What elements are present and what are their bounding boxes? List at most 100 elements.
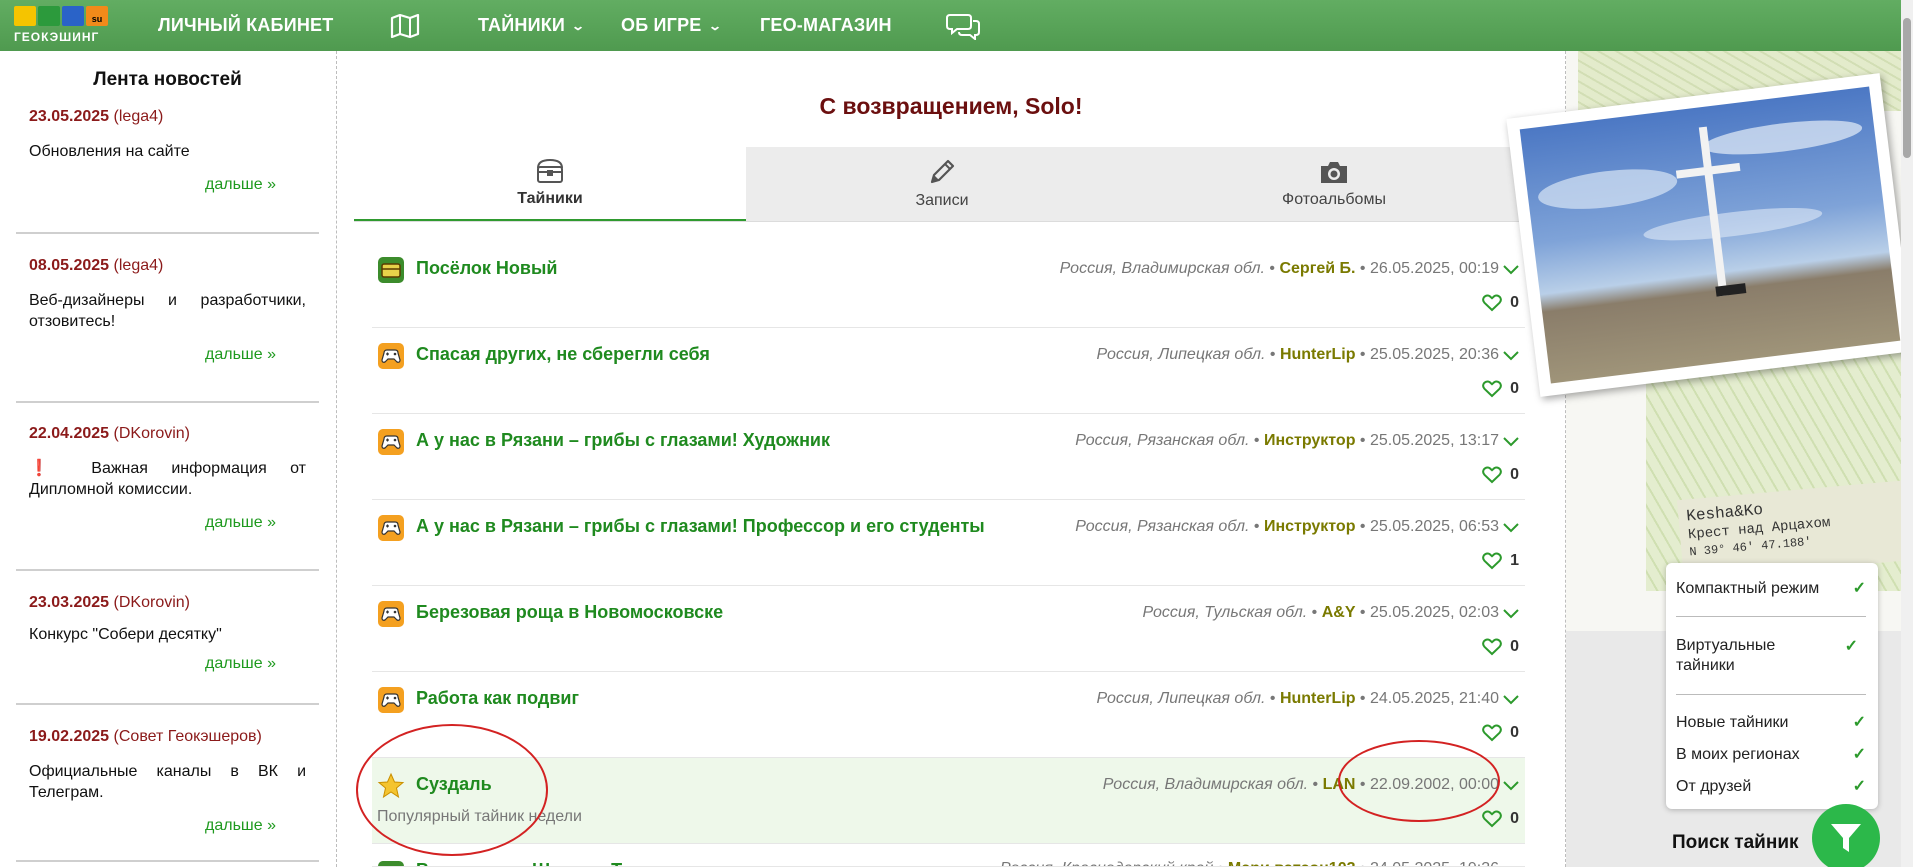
chevron-down-icon[interactable] xyxy=(1503,606,1519,624)
filter-divider xyxy=(1676,616,1866,617)
cache-type-icon xyxy=(377,342,405,370)
chevron-down-icon[interactable] xyxy=(1503,778,1519,796)
chat-icon[interactable] xyxy=(946,0,980,51)
filter-my-regions[interactable]: В моих регионах ✓ xyxy=(1676,745,1866,765)
news-item-head: 23.03.2025 (DKorovin) xyxy=(29,594,306,612)
nav-geo-shop[interactable]: ГЕО-МАГАЗИН xyxy=(760,0,892,51)
cache-author-link[interactable]: A&Y xyxy=(1322,604,1356,621)
cache-row: Березовая роща в Новомосковске Россия, Ту… xyxy=(372,586,1525,672)
cache-title-link[interactable]: Винодельня Шато де Талю xyxy=(416,860,658,866)
cache-author-link[interactable]: LAN xyxy=(1323,776,1356,793)
filter-virtual-caches[interactable]: Виртуальные тайники xyxy=(1676,636,1806,676)
like-button[interactable]: 0 xyxy=(1482,294,1519,312)
like-button[interactable]: 1 xyxy=(1482,552,1519,570)
news-divider xyxy=(16,569,319,571)
tab-records[interactable]: Записи xyxy=(746,147,1138,221)
news-more-link[interactable]: дальше » xyxy=(29,655,276,673)
cache-title-link[interactable]: Суздаль xyxy=(416,774,492,795)
like-count: 0 xyxy=(1510,380,1519,397)
cache-title-link[interactable]: Березовая роща в Новомосковске xyxy=(416,602,723,623)
news-item: 08.05.2025 (lega4) Веб-дизайнеры и разра… xyxy=(29,257,306,364)
news-item: 23.05.2025 (lega4) Обновления на сайте д… xyxy=(29,108,306,194)
cache-author-link[interactable]: Мари ватсон103 xyxy=(1228,860,1356,866)
news-author: (DKorovin) xyxy=(113,425,190,442)
news-more-link[interactable]: дальше » xyxy=(29,514,276,532)
cache-region: Россия, Липецкая обл. xyxy=(1096,346,1266,363)
news-text[interactable]: Официальные каналы в ВК и Телеграм. xyxy=(29,761,306,803)
logo-tile-blue xyxy=(62,6,84,26)
filter-new-caches[interactable]: Новые тайники ✓ xyxy=(1676,713,1866,733)
cache-type-icon xyxy=(377,772,405,800)
heart-icon xyxy=(1482,724,1502,742)
page-scrollbar[interactable] xyxy=(1901,0,1913,867)
cache-region: Россия, Рязанская обл. xyxy=(1075,432,1250,449)
like-button[interactable]: 0 xyxy=(1482,724,1519,742)
pencil-icon xyxy=(930,159,955,184)
chevron-down-icon[interactable] xyxy=(1503,262,1519,280)
news-item: 23.03.2025 (DKorovin) Конкурс "Собери де… xyxy=(29,594,306,673)
news-divider xyxy=(16,401,319,403)
cache-title-link[interactable]: Посёлок Новый xyxy=(416,258,557,279)
cache-author-link[interactable]: HunterLip xyxy=(1280,346,1356,363)
cache-meta: Россия, Краснодарский край • Мари ватсон… xyxy=(1000,860,1499,866)
like-button[interactable]: 0 xyxy=(1482,466,1519,484)
news-text[interactable]: Веб-дизайнеры и разработчики, отзовитесь… xyxy=(29,290,306,332)
news-text[interactable]: Обновления на сайте xyxy=(29,141,306,162)
nav-personal-cabinet[interactable]: ЛИЧНЫЙ КАБИНЕТ xyxy=(158,0,333,51)
tab-photo-albums-label: Фотоальбомы xyxy=(1282,191,1386,208)
cache-type-icon xyxy=(377,860,405,866)
filter-from-friends[interactable]: От друзей ✓ xyxy=(1676,777,1866,797)
cache-meta: Россия, Рязанская обл. • Инструктор • 25… xyxy=(1075,518,1499,535)
news-feed-title: Лента новостей xyxy=(93,69,242,90)
filter-compact-mode[interactable]: Компактный режим ✓ xyxy=(1676,579,1866,599)
filter-toggle-button[interactable] xyxy=(1812,804,1880,867)
nav-about-game-menu[interactable]: ОБ ИГРЕ ⌄ xyxy=(621,0,722,51)
cache-title-link[interactable]: А у нас в Рязани – грибы с глазами! Худо… xyxy=(416,430,830,451)
tab-caches[interactable]: Тайники xyxy=(354,147,746,221)
like-button[interactable]: 0 xyxy=(1482,810,1519,828)
news-item: 22.04.2025 (DKorovin) ❗ Важная информаци… xyxy=(29,425,306,532)
cache-meta: Россия, Липецкая обл. • HunterLip • 25.0… xyxy=(1096,346,1499,363)
filters-panel: Компактный режим ✓ Виртуальные тайники ✓… xyxy=(1666,563,1878,809)
filter-label: В моих регионах xyxy=(1676,746,1800,763)
map-icon[interactable] xyxy=(390,0,420,51)
news-divider xyxy=(16,703,319,705)
cache-author-link[interactable]: HunterLip xyxy=(1280,690,1356,707)
chevron-down-icon: ⌄ xyxy=(707,18,722,33)
checkmark-icon: ✓ xyxy=(1852,714,1866,731)
filter-label: Новые тайники xyxy=(1676,714,1789,731)
cache-title-link[interactable]: Спасая других, не сберегли себя xyxy=(416,344,710,365)
cache-author-link[interactable]: Инструктор xyxy=(1264,518,1356,535)
filter-label: Виртуальные тайники xyxy=(1676,637,1776,674)
cache-date: 24.05.2025, 19:36 xyxy=(1370,860,1499,866)
cache-title-link[interactable]: Работа как подвиг xyxy=(416,688,579,709)
like-button[interactable]: 0 xyxy=(1482,380,1519,398)
cache-row: Спасая других, не сберегли себя Россия, Л… xyxy=(372,328,1525,414)
news-more-link[interactable]: дальше » xyxy=(29,817,276,835)
nav-caches-menu[interactable]: ТАЙНИКИ ⌄ xyxy=(478,0,585,51)
chevron-down-icon[interactable] xyxy=(1503,692,1519,710)
like-count: 0 xyxy=(1510,638,1519,655)
site-logo[interactable]: su ГЕОКЭШИНГ xyxy=(14,6,118,46)
nav-geo-shop-label: ГЕО-МАГАЗИН xyxy=(760,15,892,35)
cache-author-link[interactable]: Сергей Б. xyxy=(1279,260,1355,277)
news-more-link[interactable]: дальше » xyxy=(29,176,276,194)
featured-cache-photo[interactable] xyxy=(1506,73,1913,397)
news-text[interactable]: ❗ Важная информация от Дипломной комисси… xyxy=(29,458,306,500)
checkmark-icon: ✓ xyxy=(1852,746,1866,763)
chevron-down-icon[interactable] xyxy=(1503,434,1519,452)
tabs-divider xyxy=(354,221,1530,222)
nav-about-game-label: ОБ ИГРЕ xyxy=(621,15,702,35)
cache-row: А у нас в Рязани – грибы с глазами! Проф… xyxy=(372,500,1525,586)
chevron-down-icon[interactable] xyxy=(1503,348,1519,366)
like-button[interactable]: 0 xyxy=(1482,638,1519,656)
cache-meta: Россия, Владимирская обл. • Сергей Б. • … xyxy=(1059,260,1499,277)
cache-title-link[interactable]: А у нас в Рязани – грибы с глазами! Проф… xyxy=(416,516,985,537)
scrollbar-thumb[interactable] xyxy=(1903,18,1911,158)
chevron-down-icon[interactable] xyxy=(1503,520,1519,538)
tab-photo-albums[interactable]: Фотоальбомы xyxy=(1138,147,1530,221)
cache-date: 25.05.2025, 02:03 xyxy=(1369,604,1499,621)
cache-author-link[interactable]: Инструктор xyxy=(1264,432,1356,449)
news-more-link[interactable]: дальше » xyxy=(29,346,276,364)
news-text[interactable]: Конкурс "Собери десятку" xyxy=(29,624,306,645)
